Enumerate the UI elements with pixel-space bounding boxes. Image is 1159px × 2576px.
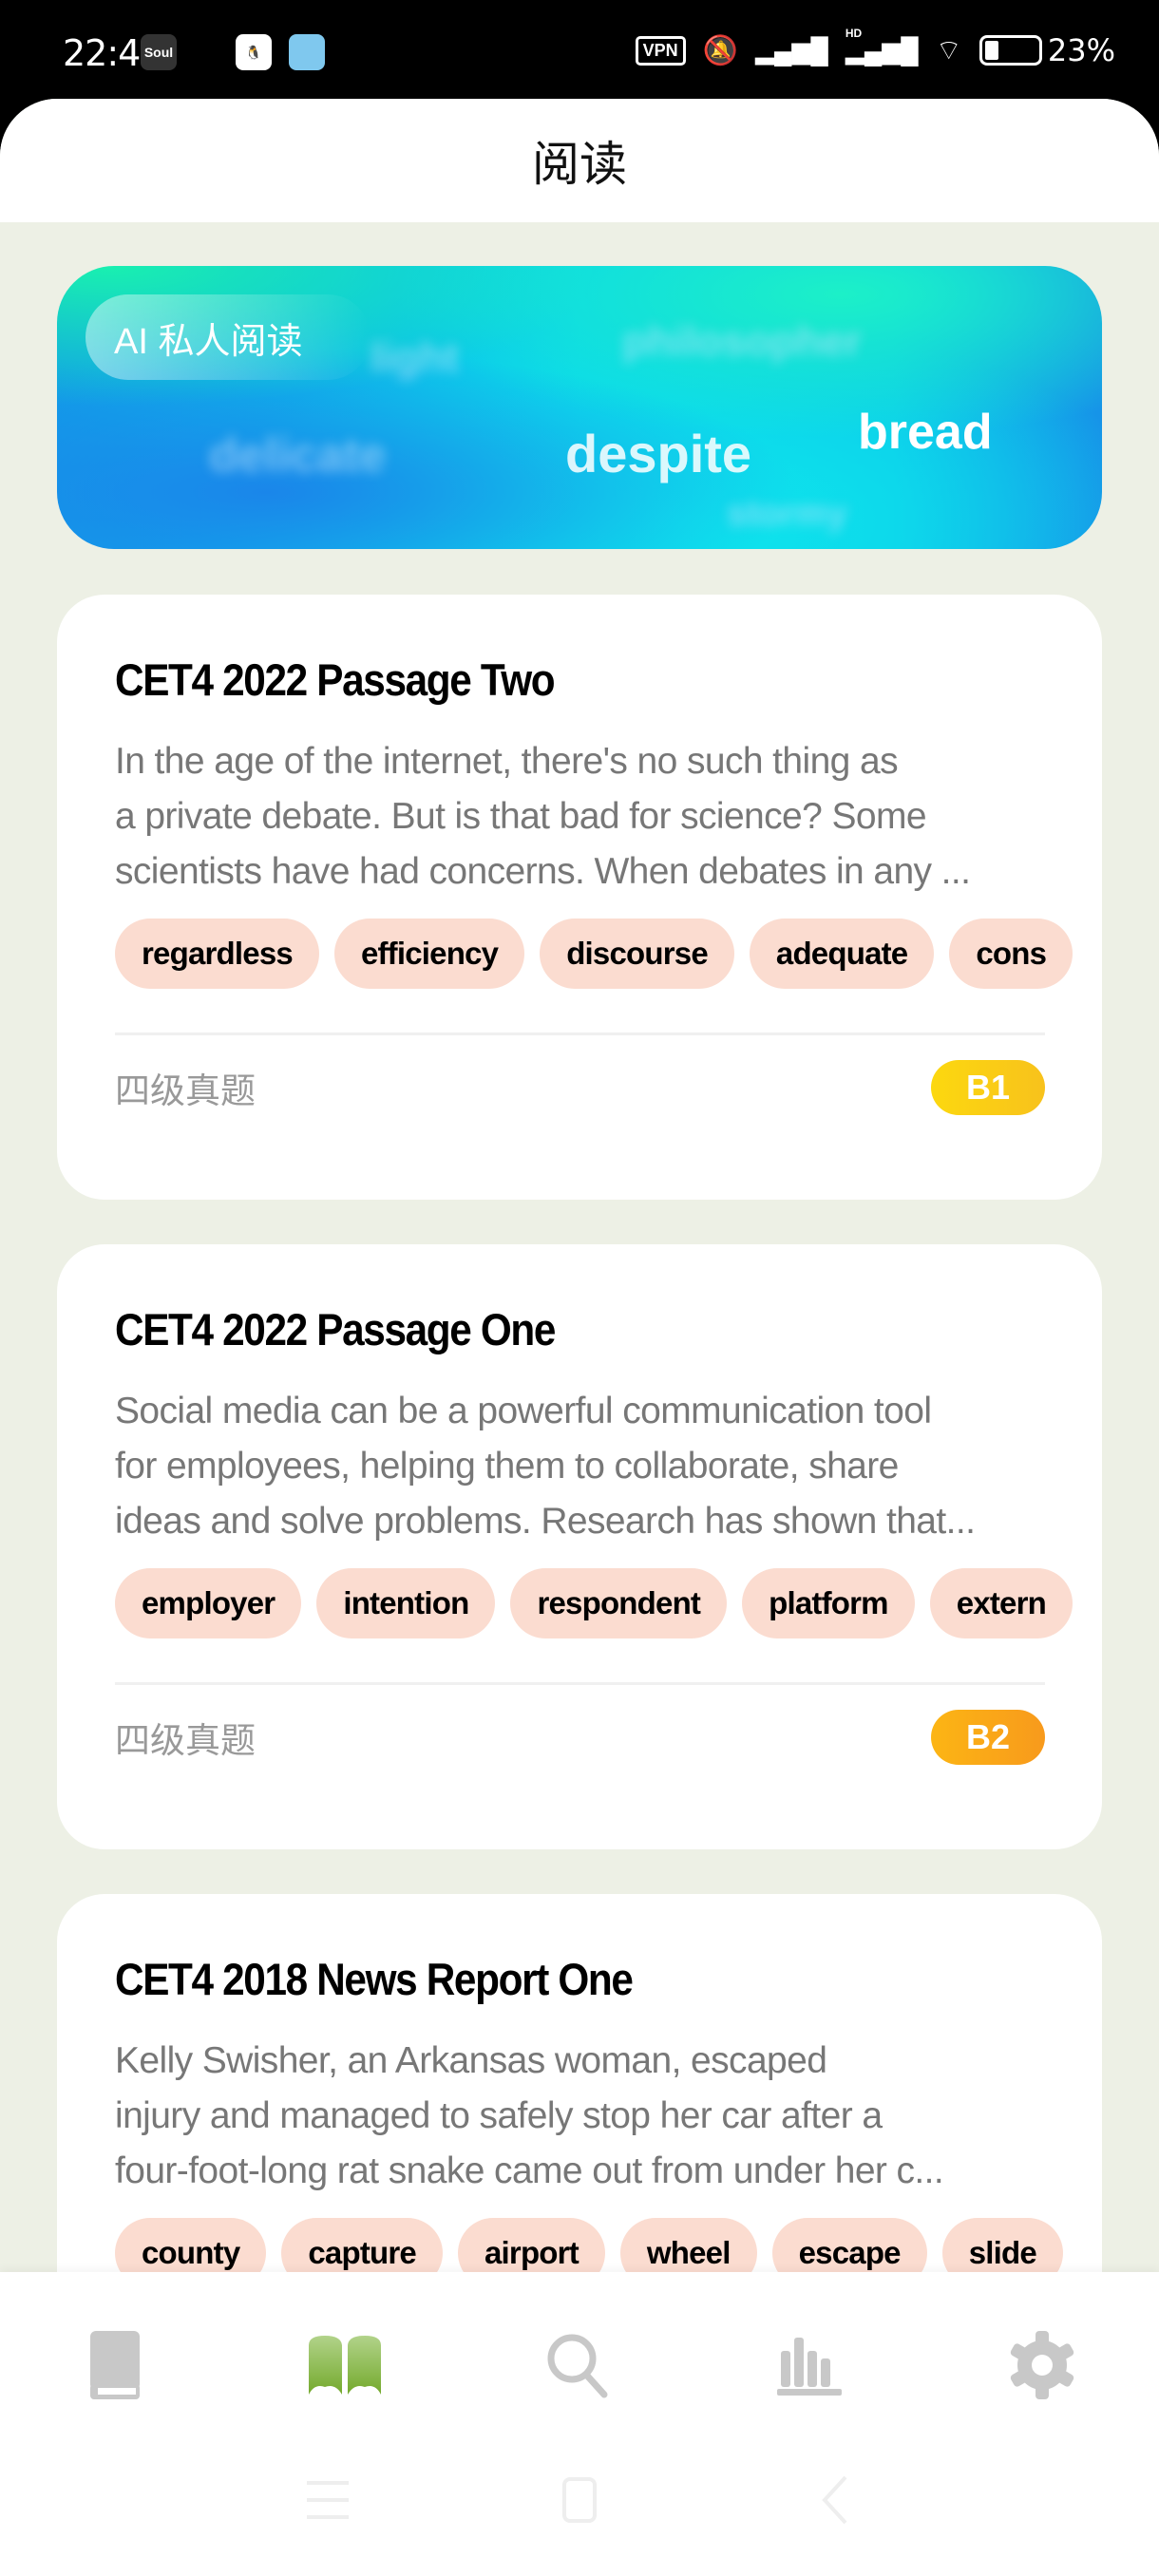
tab-search[interactable] <box>541 2327 617 2403</box>
banner-word: philosopher <box>622 318 862 365</box>
battery-percent: 23% <box>1047 32 1115 68</box>
vocab-chip[interactable]: efficiency <box>333 919 525 989</box>
level-badge: B2 <box>931 1710 1045 1765</box>
article-title: CET4 2018 News Report One <box>115 1954 634 2004</box>
status-bar: 22:48 Soul 🐧 VPN 🔕 ▂▄▆█ HD ▂▄▆█ ⌔ 23% <box>0 0 1159 99</box>
vocab-chip[interactable]: adequate <box>749 919 935 989</box>
tab-library[interactable] <box>77 2327 153 2403</box>
vocab-chip[interactable]: cons <box>949 919 1074 989</box>
vpn-icon: VPN <box>635 35 686 66</box>
vocab-chip[interactable]: regardless <box>115 919 319 989</box>
vocab-chip[interactable]: intention <box>316 1568 496 1638</box>
signal-icon: ▂▄▆█ <box>754 35 828 65</box>
banner-word: stormy <box>727 494 847 534</box>
bar-chart-icon <box>777 2338 842 2396</box>
signal-hd-icon: HD ▂▄▆█ <box>845 26 919 65</box>
ai-reading-label: AI 私人阅读 <box>86 294 370 380</box>
search-icon <box>547 2334 608 2398</box>
back-nav-icon[interactable] <box>808 2472 864 2529</box>
banner-word: delicate <box>209 428 387 482</box>
banner-word: despite <box>565 424 752 483</box>
home-nav-icon[interactable] <box>551 2472 608 2529</box>
article-title: CET4 2022 Passage One <box>115 1304 556 1354</box>
article-excerpt: Social media can be a powerful communica… <box>115 1391 976 1542</box>
tab-settings[interactable] <box>1004 2327 1080 2403</box>
vocab-chip[interactable]: respondent <box>510 1568 728 1638</box>
vocab-chip[interactable]: employer <box>115 1568 302 1638</box>
vocab-chips: employer intention respondent platform e… <box>115 1568 1102 1638</box>
vocab-chip[interactable]: platform <box>742 1568 915 1638</box>
banner-word: bread <box>858 405 993 460</box>
qq-app-icon: 🐧 <box>236 34 272 70</box>
tab-reading[interactable] <box>307 2327 383 2403</box>
level-badge: B1 <box>931 1060 1045 1115</box>
gear-icon <box>1010 2331 1074 2399</box>
article-excerpt: Kelly Swisher, an Arkansas woman, escape… <box>115 2040 944 2191</box>
article-title: CET4 2022 Passage Two <box>115 654 556 705</box>
tab-statistics[interactable] <box>772 2327 848 2403</box>
app-screen: 阅读 light philosopher delicate despite br… <box>0 99 1159 2576</box>
book-icon <box>90 2331 140 2399</box>
bird-app-icon <box>289 34 325 70</box>
vocab-chips: regardless efficiency discourse adequate… <box>115 919 1102 989</box>
article-excerpt: In the age of the internet, there's no s… <box>115 741 971 892</box>
open-book-icon <box>309 2336 381 2395</box>
category-label: 四级真题 <box>115 1071 256 1110</box>
battery-icon <box>978 35 1042 66</box>
banner-word: light <box>370 334 459 381</box>
article-card[interactable]: CET4 2022 Passage Two In the age of the … <box>57 595 1102 1200</box>
category-label: 四级真题 <box>115 1721 256 1760</box>
ai-reading-banner[interactable]: light philosopher delicate despite bread… <box>57 266 1102 549</box>
bottom-tab-bar <box>0 2272 1159 2576</box>
vocab-chip[interactable]: discourse <box>540 919 734 989</box>
menu-nav-icon[interactable] <box>299 2472 356 2529</box>
article-card[interactable]: CET4 2022 Passage One Social media can b… <box>57 1244 1102 1849</box>
wifi-icon: ⌔ <box>935 35 962 66</box>
mute-icon: 🔕 <box>702 34 738 66</box>
page-title: 阅读 <box>0 99 1159 222</box>
soul-app-icon: Soul <box>141 34 177 70</box>
vocab-chip[interactable]: extern <box>929 1568 1073 1638</box>
